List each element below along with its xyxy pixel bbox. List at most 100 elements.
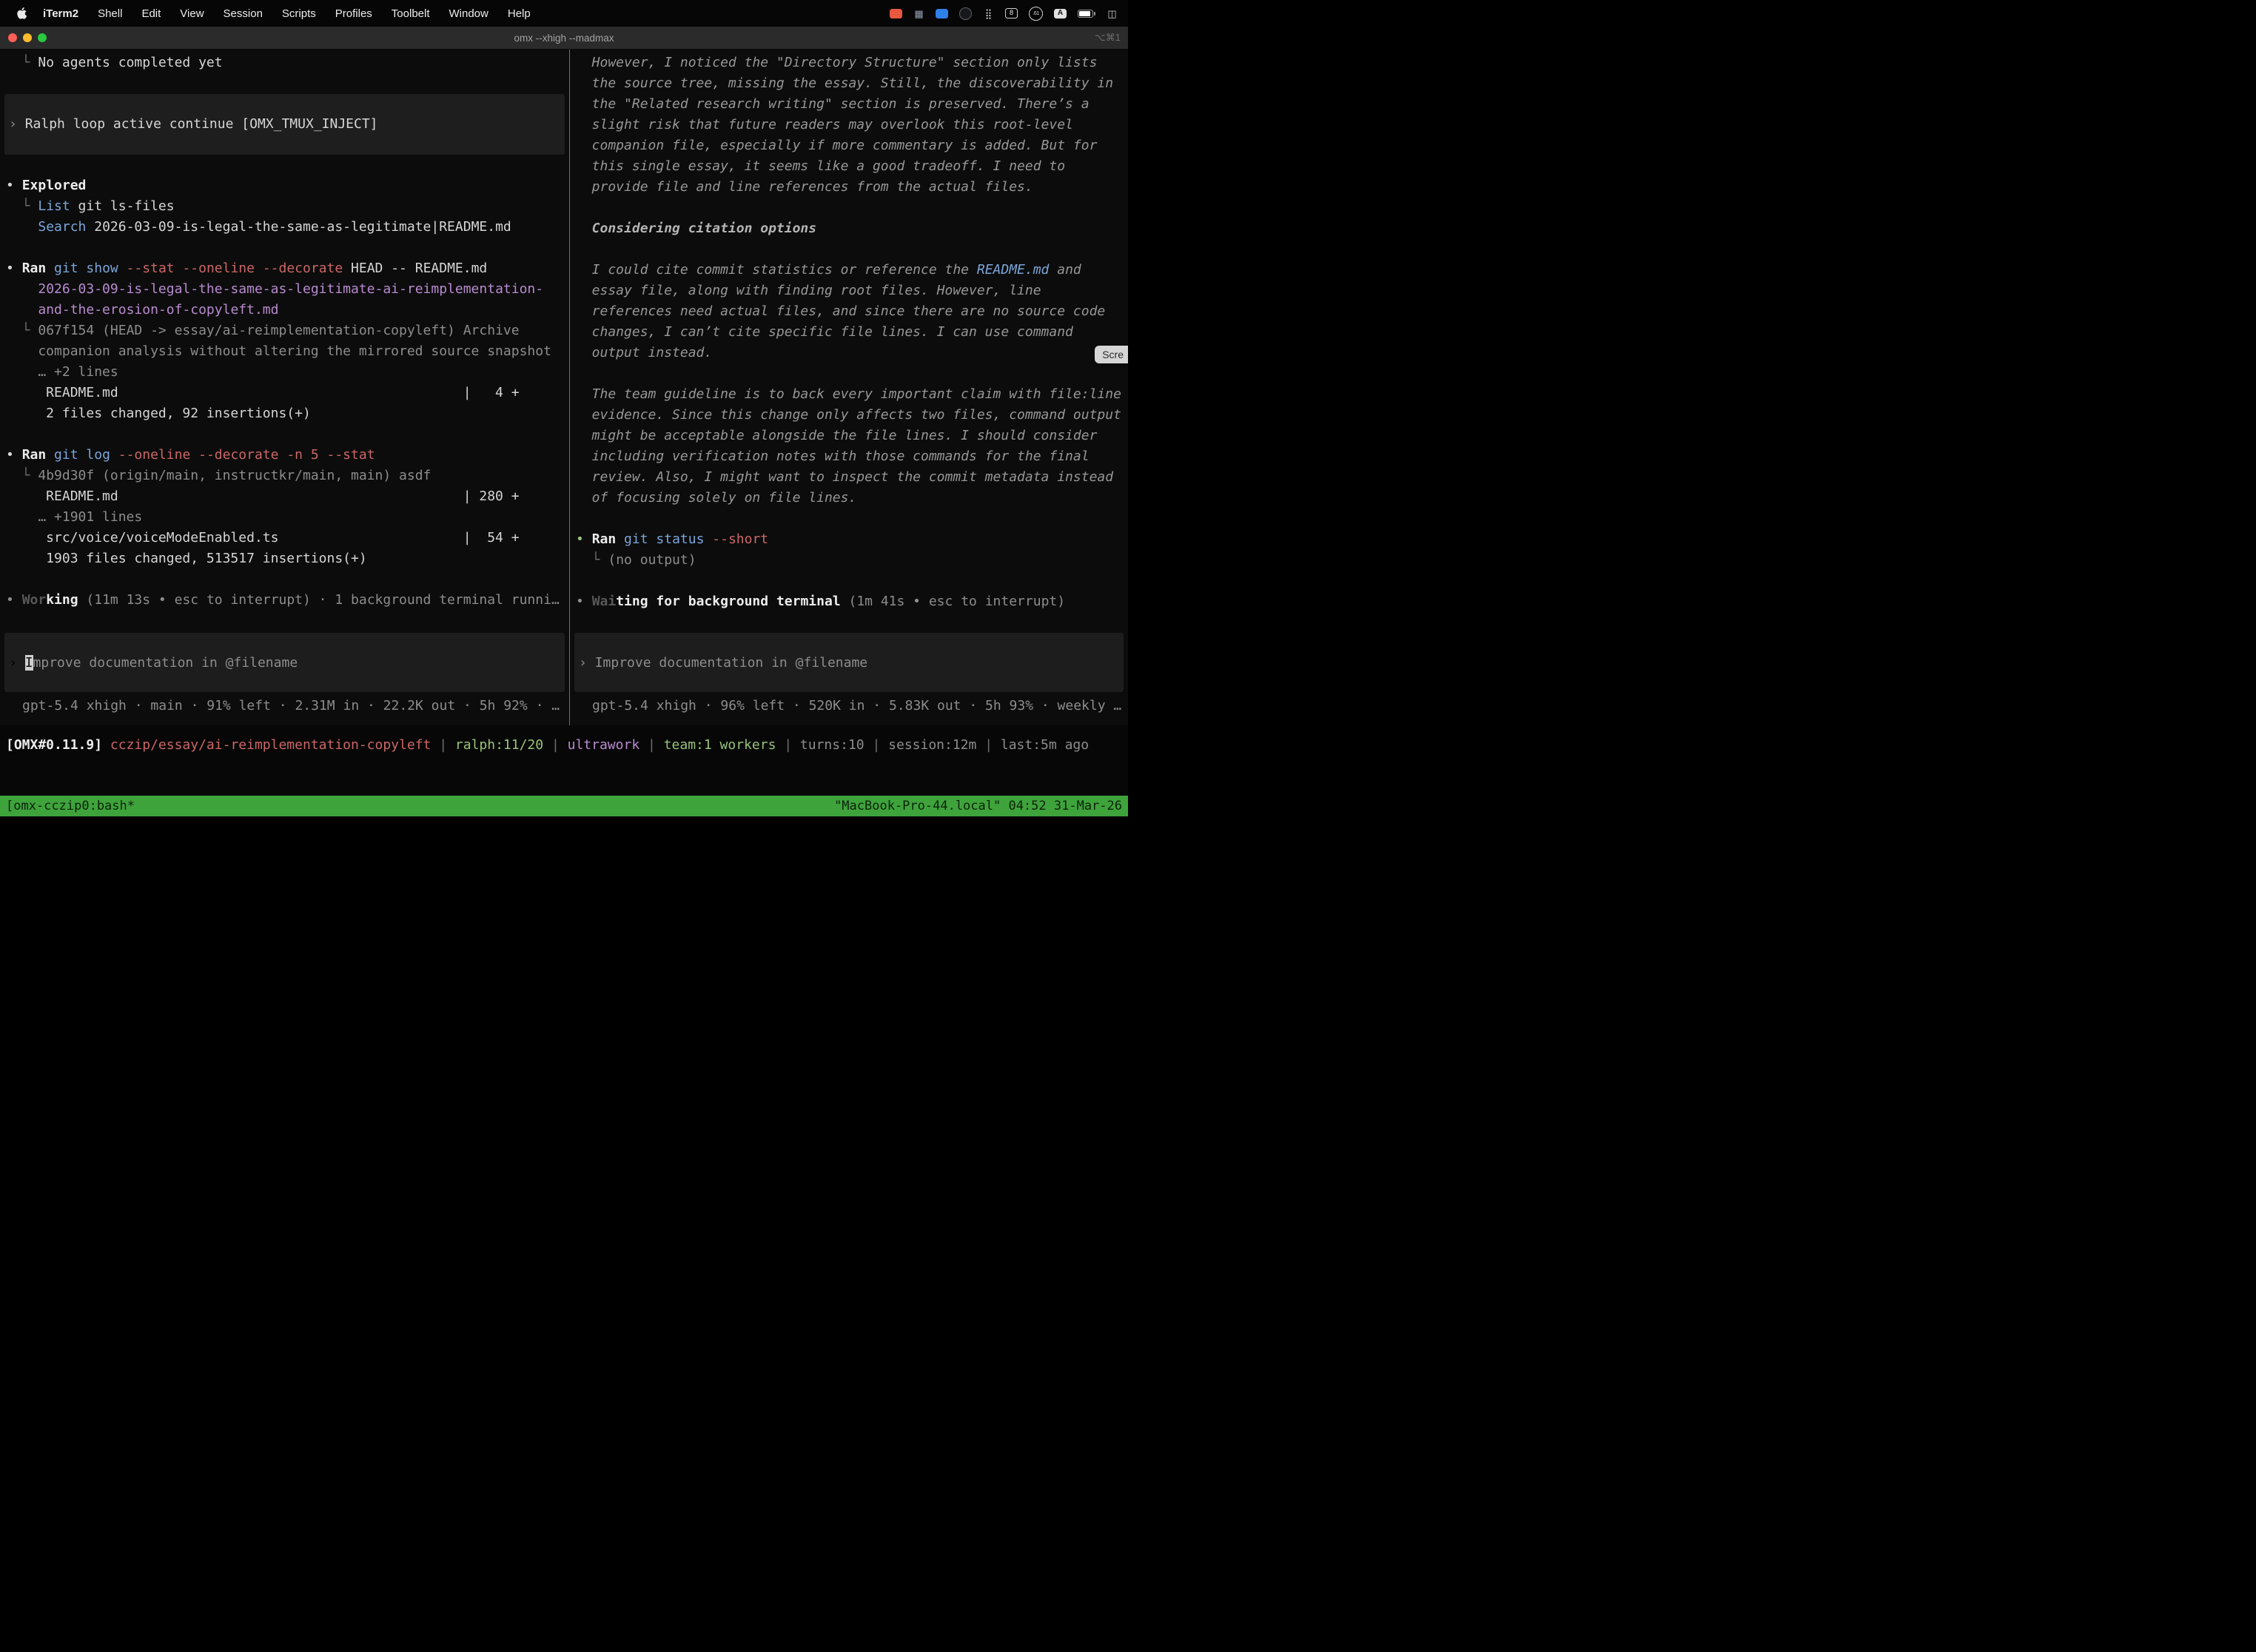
menu-item-iterm2[interactable]: iTerm2: [43, 7, 78, 20]
right-pane-output[interactable]: However, I noticed the "Directory Struct…: [570, 50, 1128, 633]
text-run: Wai: [592, 594, 617, 609]
terminal-line: [6, 238, 569, 258]
terminal-line: • Ran git status --short: [576, 529, 1128, 550]
terminal-line: README.md | 4 +: [6, 383, 569, 403]
blue-app-icon[interactable]: [936, 9, 948, 19]
text-run: [6, 219, 38, 235]
text-run: 067f154 (HEAD -> essay/ai-reimplementati…: [38, 323, 519, 338]
dots-grid-icon[interactable]: ⣿: [983, 7, 994, 19]
text-run: README.md: [977, 262, 1050, 278]
tmux-panes: └ No agents completed yet › Ralph loop a…: [0, 50, 1128, 725]
text-run: evidence. Since this change only affects…: [576, 407, 1121, 423]
terminal-line: [6, 424, 569, 445]
terminal-window: └ No agents completed yet › Ralph loop a…: [0, 50, 1128, 796]
terminal-line: └ No agents completed yet: [6, 53, 569, 73]
terminal-line: • Explored: [6, 175, 569, 196]
text-run: [46, 261, 54, 276]
screen-overlay-button[interactable]: Scre: [1095, 346, 1128, 363]
menu-item-toolbelt[interactable]: Toolbelt: [392, 7, 430, 20]
text-run: Ran: [22, 447, 47, 463]
text-run: companion file, especially if more comme…: [576, 138, 1097, 153]
right-prompt-input[interactable]: › Improve documentation in @filename: [574, 633, 1124, 692]
terminal-line: evidence. Since this change only affects…: [576, 405, 1128, 426]
text-run: README.md | 4 +: [6, 385, 520, 400]
terminal-line: [576, 239, 1128, 260]
terminal-line: [6, 155, 569, 175]
terminal-line: slight risk that future readers may over…: [576, 115, 1128, 135]
text-run: |: [776, 737, 800, 753]
menu-item-view[interactable]: View: [180, 7, 204, 20]
terminal-line: … +1901 lines: [6, 507, 569, 528]
terminal-line: essay file, along with finding root file…: [576, 281, 1128, 301]
minimize-button[interactable]: [23, 33, 32, 42]
key-8-icon[interactable]: 8: [1005, 8, 1018, 19]
terminal-line: references need actual files, and since …: [576, 301, 1128, 322]
text-run: |: [543, 737, 568, 753]
terminal-line: review. Also, I might want to inspect th…: [576, 467, 1128, 488]
text-run: [6, 281, 38, 297]
text-run: ›: [9, 116, 25, 132]
menu-item-scripts[interactable]: Scripts: [282, 7, 316, 20]
terminal-line: However, I noticed the "Directory Struct…: [576, 53, 1128, 73]
tmux-session-label: [omx-cczip0:bash*: [6, 799, 135, 813]
text-run: git log: [54, 447, 110, 463]
left-prompt-input[interactable]: › Improve documentation in @filename: [4, 633, 565, 692]
terminal-line: [6, 569, 569, 590]
right-pane-status: gpt-5.4 xhigh · 96% left · 520K in · 5.8…: [570, 692, 1128, 725]
load-badge-icon[interactable]: .61: [1029, 7, 1043, 21]
text-run: provide file and line references from th…: [576, 179, 1033, 195]
text-run: ultrawork: [568, 737, 640, 753]
terminal-line: └ (no output): [576, 550, 1128, 571]
screen-recording-indicator-icon[interactable]: [890, 9, 902, 19]
text-run: The team guideline is to back every impo…: [576, 386, 1121, 402]
text-run: ralph:11/20: [455, 737, 543, 753]
apple-menu-icon[interactable]: [16, 7, 27, 19]
text-run: Improve documentation in @filename: [595, 655, 867, 671]
battery-icon[interactable]: [1078, 7, 1095, 19]
terminal-line: 1903 files changed, 513517 insertions(+): [6, 548, 569, 569]
menu-item-help[interactable]: Help: [508, 7, 531, 20]
text-run: Explored: [22, 178, 87, 193]
text-run: List: [38, 198, 70, 214]
menu-item-shell[interactable]: Shell: [98, 7, 122, 20]
text-run: No agents completed yet: [38, 55, 222, 70]
text-run: I: [25, 655, 33, 671]
tmux-status-bar: [omx-cczip0:bash* "MacBook-Pro-44.local"…: [0, 796, 1128, 816]
text-run: However, I noticed the "Directory Struct…: [576, 55, 1097, 70]
terminal-line: might be acceptable alongside the file l…: [576, 426, 1128, 446]
menu-item-profiles[interactable]: Profiles: [335, 7, 372, 20]
text-run: [704, 531, 712, 547]
close-button[interactable]: [8, 33, 17, 42]
command-injection-box: › Ralph loop active continue [OMX_TMUX_I…: [4, 94, 565, 155]
omx-status-line: [OMX#0.11.9] cczip/essay/ai-reimplementa…: [6, 737, 1089, 753]
dark-circle-app-icon[interactable]: [959, 7, 972, 20]
text-run: output instead.: [576, 345, 712, 360]
text-run: 2 files changed, 92 insertions(+): [6, 406, 311, 421]
text-run: |: [865, 737, 889, 753]
terminal-line: README.md | 280 +: [6, 486, 569, 507]
text-run: HEAD -- README.md: [343, 261, 487, 276]
terminal-line: [576, 363, 1128, 384]
terminal-line: provide file and line references from th…: [576, 177, 1128, 198]
text-run: Ran: [22, 261, 47, 276]
text-run: |: [976, 737, 1001, 753]
text-run: └: [6, 323, 38, 338]
text-run: --oneline --decorate -n 5 --stat: [118, 447, 375, 463]
menu-item-edit[interactable]: Edit: [141, 7, 161, 20]
left-pane-output[interactable]: └ No agents completed yet › Ralph loop a…: [0, 50, 569, 633]
text-run: and-the-erosion-of-copyleft.md: [38, 302, 278, 318]
window-title-bar[interactable]: omx --xhigh --madmax ⌥⌘1: [0, 27, 1128, 50]
terminal-line: the source tree, missing the essay. Stil…: [576, 73, 1128, 94]
text-run: the source tree, missing the essay. Stil…: [576, 75, 1113, 91]
control-center-icon[interactable]: ◫: [1107, 7, 1118, 19]
window-controls: [0, 33, 47, 42]
zoom-button[interactable]: [38, 33, 47, 42]
input-source-icon[interactable]: A: [1054, 9, 1067, 19]
menu-item-window[interactable]: Window: [449, 7, 489, 20]
text-run: git show: [54, 261, 118, 276]
text-run: Ralph loop active continue [OMX_TMUX_INJ…: [25, 116, 378, 132]
terminal-line: └ 067f154 (HEAD -> essay/ai-reimplementa…: [6, 320, 569, 341]
menu-item-session[interactable]: Session: [224, 7, 263, 20]
macos-menu-bar: iTerm2 Shell Edit View Session Scripts Profile…: [0, 0, 1128, 27]
grid-app-icon[interactable]: ▦: [913, 7, 924, 19]
